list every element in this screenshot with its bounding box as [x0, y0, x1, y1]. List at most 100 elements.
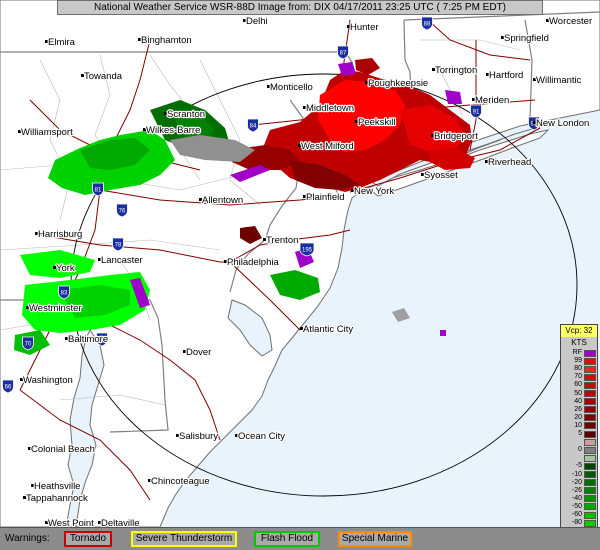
shield-number: 78	[115, 243, 122, 249]
city-label: Monticello	[270, 82, 313, 93]
shield-number: 91	[473, 110, 480, 116]
city-west-milford: West Milford	[298, 140, 355, 153]
legend-value: 20	[574, 413, 582, 421]
city-allentown: Allentown	[199, 194, 244, 207]
legend-row: 0	[561, 446, 597, 454]
legend-row: 20	[561, 414, 597, 422]
city-label: Torrington	[435, 65, 477, 76]
city-binghamton: Binghamton	[138, 34, 193, 47]
city-label: West Point	[48, 518, 94, 527]
shield-number: 195	[302, 248, 313, 254]
city-elmira: Elmira	[45, 36, 77, 49]
city-label: Atlantic City	[303, 324, 353, 335]
legend-row: -26	[561, 487, 597, 495]
city-label: West Milford	[301, 141, 354, 152]
city-atlantic-city: Atlantic City	[300, 323, 355, 336]
city-bridgeport: Bridgeport	[431, 130, 479, 143]
city-label: Philadelphia	[227, 257, 279, 268]
warning-flash-flood[interactable]: Flash Flood	[254, 531, 320, 547]
velocity-legend: Vcp: 32 KTS RF 99 80 70 60 50 40 26 20 10 5 0 -5 -10-…	[560, 324, 598, 546]
city-new-london: New London	[533, 117, 591, 130]
image-title: National Weather Service WSR-88D Image f…	[57, 0, 543, 15]
city-label: Plainfield	[306, 192, 345, 203]
legend-value: 60	[574, 381, 582, 389]
legend-swatch	[584, 349, 596, 357]
city-label: Harrisburg	[38, 229, 82, 240]
city-poughkeepsie: Poughkeepsie	[365, 77, 429, 90]
shield-number: 83	[61, 291, 68, 297]
legend-row: -60	[561, 511, 597, 519]
city-label: New London	[536, 118, 589, 129]
legend-swatch	[584, 479, 596, 487]
city-monticello: Monticello	[267, 81, 314, 94]
city-label: Hunter	[350, 22, 379, 33]
legend-row: -80	[561, 519, 597, 527]
city-ocean-city: Ocean City	[235, 430, 286, 443]
city-colonial-beach: Colonial Beach	[28, 443, 96, 456]
city-label: Worcester	[549, 16, 592, 27]
shield-number: 70	[25, 342, 32, 348]
city-label: Washington	[23, 375, 73, 386]
legend-swatch	[584, 381, 596, 389]
city-new-york: New York	[351, 185, 396, 198]
city-label: Elmira	[48, 37, 76, 48]
city-label: Chincoteague	[151, 476, 210, 487]
city-label: Binghamton	[141, 35, 192, 46]
legend-swatch	[584, 471, 596, 479]
legend-row: 40	[561, 398, 597, 406]
interstate-83-shield: 83	[58, 285, 70, 300]
interstate-88-shield: 88	[421, 16, 433, 31]
city-plainfield: Plainfield	[303, 191, 346, 204]
city-westminster: Westminster	[26, 302, 83, 315]
legend-value: 99	[574, 357, 582, 365]
legend-value: 26	[574, 405, 582, 413]
legend-value: -40	[571, 494, 582, 502]
interstate-91-shield: 91	[470, 104, 482, 119]
city-west-point: West Point	[45, 517, 95, 527]
warning-tornado[interactable]: Tornado	[64, 531, 112, 547]
interstate-70-shield: 70	[22, 336, 34, 351]
interstate-81-shield: 81	[92, 182, 104, 197]
city-label: Poughkeepsie	[368, 78, 428, 89]
legend-value: -26	[571, 486, 582, 494]
radar-map: 888784919581767819583709566 Elmira Bingha…	[0, 0, 600, 527]
legend-row: -20	[561, 479, 597, 487]
city-label: Hartford	[489, 70, 523, 81]
city-label: Syosset	[424, 170, 458, 181]
warning-special-marine[interactable]: Special Marine	[338, 531, 412, 547]
legend-vcp: Vcp: 32	[561, 325, 597, 337]
city-label: York	[56, 263, 75, 274]
city-hartford: Hartford	[486, 69, 525, 82]
legend-swatch	[584, 390, 596, 398]
legend-row: 26	[561, 406, 597, 414]
legend-row: RF	[561, 349, 597, 357]
legend-value: -80	[571, 519, 582, 527]
legend-swatch	[584, 422, 596, 430]
interstate-78-shield: 78	[112, 237, 124, 252]
legend-swatch	[584, 446, 596, 454]
legend-units: KTS	[571, 338, 587, 347]
city-label: Allentown	[202, 195, 243, 206]
city-springfield: Springfield	[501, 32, 550, 45]
city-middletown: Middletown	[303, 102, 355, 115]
city-york: York	[53, 262, 76, 275]
legend-row: -10	[561, 471, 597, 479]
legend-value: 0	[578, 446, 582, 454]
interstate-84-shield: 84	[247, 118, 259, 133]
city-label: Scranton	[167, 109, 205, 120]
city-hunter: Hunter	[347, 21, 380, 34]
legend-value: 80	[574, 365, 582, 373]
legend-value: 70	[574, 373, 582, 381]
city-label: Dover	[186, 347, 211, 358]
radar-image: 88 87 84 91 95 81 76 78 195 83 70 95 66 Elmira Bingha…	[0, 0, 600, 550]
city-label: Riverhead	[488, 157, 531, 168]
warnings-label: Warnings:	[5, 533, 50, 544]
city-towanda: Towanda	[81, 70, 124, 83]
city-label: Salisbury	[179, 431, 218, 442]
legend-row: -5	[561, 462, 597, 470]
city-philadelphia: Philadelphia	[224, 256, 281, 269]
interstate-76-shield: 76	[116, 203, 128, 218]
legend-swatch	[584, 414, 596, 422]
interstate-66-shield: 66	[2, 379, 14, 394]
warning-severe-thunderstorm[interactable]: Severe Thunderstorm	[131, 531, 237, 547]
